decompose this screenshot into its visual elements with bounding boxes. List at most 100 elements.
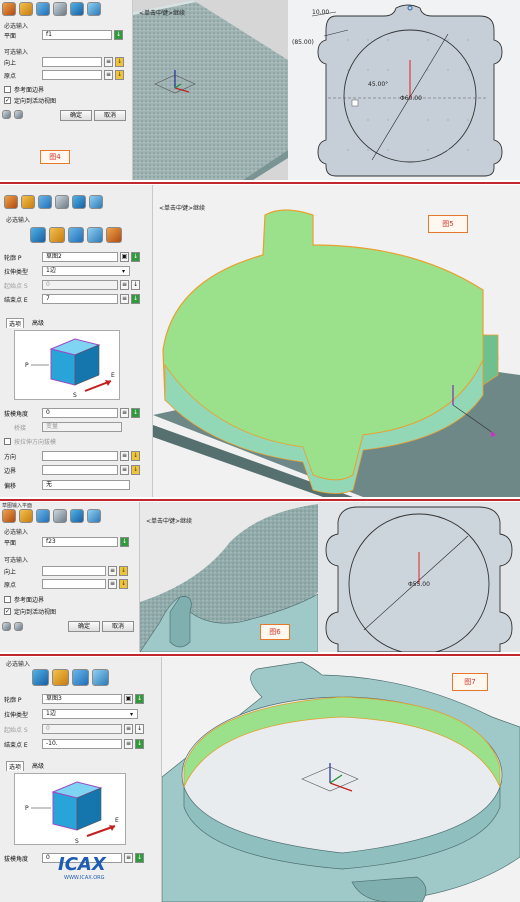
pick-icon[interactable]: ↓ — [119, 566, 128, 576]
base-extrude-icon[interactable] — [106, 227, 122, 243]
sketch-edit-icon[interactable]: ▣ — [120, 252, 129, 262]
stamp-icon[interactable] — [21, 195, 35, 209]
stamp-icon[interactable] — [19, 509, 33, 523]
glasses-icon[interactable] — [55, 195, 69, 209]
split-extrude-icon[interactable] — [92, 669, 109, 686]
sketch-icon[interactable] — [2, 509, 16, 523]
locate-view-checkbox[interactable]: ✓ 定向到活动视图 — [4, 607, 56, 616]
chevron-down-icon[interactable]: ▾ — [130, 711, 133, 718]
help-icon[interactable] — [14, 110, 23, 119]
tab-options[interactable]: 选项 — [6, 318, 25, 328]
draft-input[interactable]: 0 — [42, 408, 118, 418]
boundary-input[interactable] — [42, 465, 118, 475]
confirm-arrow-icon[interactable]: ↓ — [131, 294, 140, 304]
pick-icon[interactable]: ↓ — [115, 70, 124, 80]
tab-advanced[interactable]: 高级 — [32, 318, 44, 328]
glasses-icon[interactable] — [53, 2, 67, 16]
dropdown-icon[interactable]: ≡ — [104, 70, 113, 80]
dropdown-icon[interactable]: ≡ — [108, 579, 117, 589]
end-input[interactable]: 7 — [42, 294, 118, 304]
intersect-extrude-icon[interactable] — [68, 227, 84, 243]
pick-icon[interactable]: ↓ — [115, 57, 124, 67]
panel3-viewport-left[interactable]: <单击中键>继续 图6 — [140, 502, 318, 652]
dropdown-icon[interactable]: ≡ — [120, 465, 129, 475]
sphere-icon[interactable] — [72, 195, 86, 209]
dropdown-icon[interactable]: ≡ — [120, 408, 129, 418]
confirm-arrow-icon[interactable]: ↓ — [114, 30, 123, 40]
panel1-viewport-left[interactable]: <单击中键>继续 — [133, 0, 288, 180]
sketch-icon[interactable] — [4, 195, 18, 209]
extrude-type-select[interactable]: 1边 — [42, 709, 138, 719]
cancel-button[interactable]: 取消 — [94, 110, 126, 121]
extrude-type-select[interactable]: 1边 — [42, 266, 130, 276]
chevron-down-icon[interactable]: ▾ — [122, 268, 125, 275]
panel4-viewport[interactable]: 图7 — [162, 657, 520, 902]
up-input[interactable] — [42, 57, 102, 67]
draft-by-dir-checkbox[interactable]: 按拉伸方向拔模 — [4, 437, 56, 446]
tab-advanced[interactable]: 高级 — [32, 761, 44, 771]
checkbox-box[interactable]: ✓ — [4, 97, 11, 104]
confirm-arrow-icon[interactable]: ↓ — [135, 694, 144, 704]
dropdown-icon[interactable]: ≡ — [108, 566, 117, 576]
confirm-arrow-icon[interactable]: ↓ — [131, 408, 140, 418]
add-extrude-icon[interactable] — [30, 227, 46, 243]
help-icon[interactable] — [14, 622, 23, 631]
ok-button[interactable]: 确定 — [60, 110, 92, 121]
add-extrude-icon[interactable] — [32, 669, 49, 686]
sketch-edit-icon[interactable]: ▣ — [124, 694, 133, 704]
panel2-viewport[interactable]: <单击中键>继续 图5 — [153, 185, 520, 497]
offset-select[interactable]: 无 — [42, 480, 130, 490]
collapse-icon[interactable] — [2, 622, 11, 631]
profile-input[interactable]: 草图2 — [42, 252, 118, 262]
collapse-icon[interactable] — [2, 110, 11, 119]
sketch-icon[interactable] — [2, 2, 16, 16]
extrude-icon[interactable] — [89, 195, 103, 209]
plane-icon[interactable] — [38, 195, 52, 209]
pencil-icon[interactable] — [87, 2, 101, 16]
checkbox-box[interactable] — [4, 86, 11, 93]
tab-options[interactable]: 选项 — [6, 761, 25, 771]
ok-button[interactable]: 确定 — [68, 621, 100, 632]
dropdown-icon[interactable]: ≡ — [120, 294, 129, 304]
pick-icon[interactable]: ↓ — [119, 579, 128, 589]
dropdown-icon[interactable]: ≡ — [120, 451, 129, 461]
dim-diameter[interactable]: Φ55.00 — [408, 581, 430, 588]
origin-input[interactable] — [42, 70, 102, 80]
remove-extrude-icon[interactable] — [52, 669, 69, 686]
split-extrude-icon[interactable] — [87, 227, 103, 243]
checkbox-box[interactable] — [4, 596, 11, 603]
locate-view-checkbox[interactable]: ✓ 定向到活动视图 — [4, 96, 56, 105]
confirm-arrow-icon[interactable]: ↓ — [120, 537, 129, 547]
confirm-arrow-icon[interactable]: ↓ — [131, 252, 140, 262]
sphere-icon[interactable] — [70, 509, 84, 523]
direction-input[interactable] — [42, 451, 118, 461]
cancel-button[interactable]: 取消 — [102, 621, 134, 632]
pick-icon[interactable]: ↓ — [131, 451, 140, 461]
dim-45[interactable]: 45.00° — [368, 81, 388, 88]
end-input[interactable]: -10. — [42, 739, 122, 749]
dim-85[interactable]: (85.00) — [292, 39, 314, 46]
plane-input[interactable]: f1 — [42, 30, 112, 40]
glasses-icon[interactable] — [53, 509, 67, 523]
stamp-icon[interactable] — [19, 2, 33, 16]
plane-icon[interactable] — [36, 509, 50, 523]
dropdown-icon[interactable]: ≡ — [124, 739, 133, 749]
pick-icon[interactable]: ↓ — [131, 465, 140, 475]
profile-input[interactable]: 草图3 — [42, 694, 122, 704]
panel1-sketch-viewport[interactable]: 10.00 (85.00) 45.00° Φ60.00 — [288, 0, 520, 180]
origin-input[interactable] — [42, 579, 106, 589]
up-input[interactable] — [42, 566, 106, 576]
plane-icon[interactable] — [36, 2, 50, 16]
sphere-icon[interactable] — [70, 2, 84, 16]
checkbox-box[interactable]: ✓ — [4, 608, 11, 615]
panel3-sketch-viewport[interactable]: Φ55.00 — [318, 502, 520, 652]
pencil-icon[interactable] — [87, 509, 101, 523]
ref-boundary-checkbox[interactable]: 参考面边界 — [4, 595, 44, 604]
dim-diameter[interactable]: Φ60.00 — [400, 95, 422, 102]
dropdown-icon[interactable]: ≡ — [104, 57, 113, 67]
ref-boundary-checkbox[interactable]: 参考面边界 — [4, 85, 44, 94]
intersect-extrude-icon[interactable] — [72, 669, 89, 686]
checkbox-box[interactable] — [4, 438, 11, 445]
confirm-arrow-icon[interactable]: ↓ — [135, 739, 144, 749]
plane-input[interactable]: f23 — [42, 537, 118, 547]
